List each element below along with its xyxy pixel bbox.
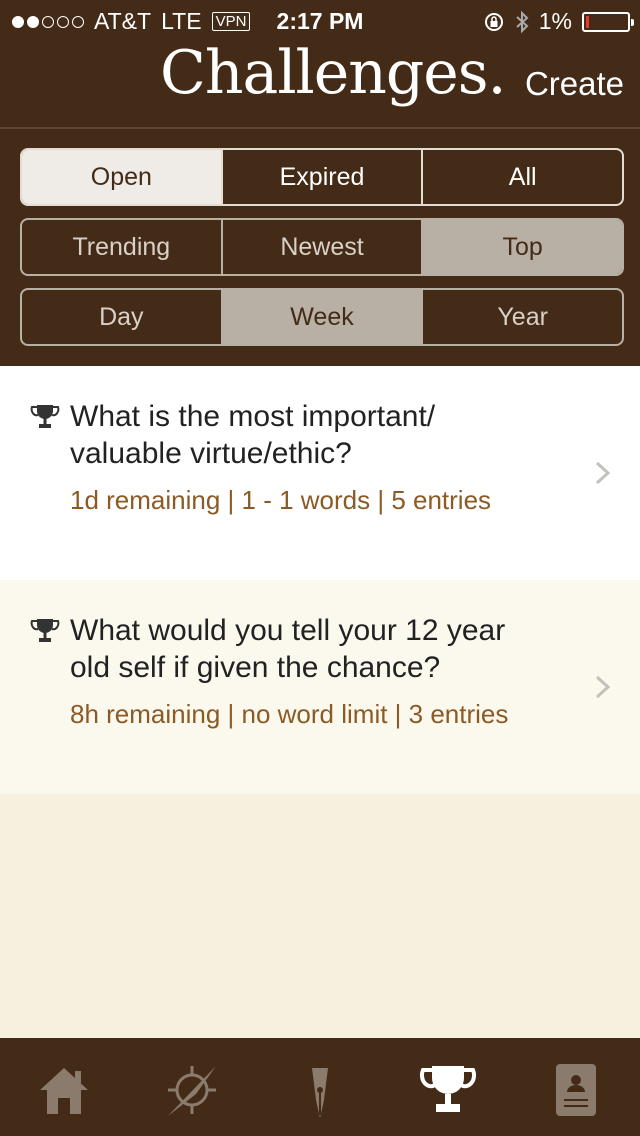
battery-percent: 1% bbox=[538, 8, 572, 34]
chevron-right-icon bbox=[595, 675, 611, 699]
challenge-meta: 1d remaining | 1 - 1 words | 5 entries bbox=[70, 485, 492, 515]
challenge-question: What would you tell your 12 year old sel… bbox=[70, 614, 506, 684]
trophy-icon bbox=[30, 619, 60, 642]
rotation-lock-icon bbox=[484, 12, 503, 31]
header: AT&T LTE VPN 2:17 PM 1% Challenges. Crea… bbox=[0, 0, 640, 366]
period-filter: Day Week Year bbox=[20, 288, 624, 346]
sort-newest[interactable]: Newest bbox=[223, 220, 424, 274]
filter-open[interactable]: Open bbox=[22, 150, 223, 204]
home-icon[interactable] bbox=[34, 1060, 94, 1120]
trophy-icon bbox=[30, 405, 60, 428]
battery-icon bbox=[582, 11, 634, 32]
tab-bar bbox=[0, 1038, 640, 1136]
bluetooth-icon bbox=[516, 10, 529, 33]
period-year[interactable]: Year bbox=[423, 290, 622, 344]
profile-icon[interactable] bbox=[546, 1060, 606, 1120]
challenge-item[interactable]: What would you tell your 12 year old sel… bbox=[0, 580, 640, 794]
pen-icon[interactable] bbox=[290, 1060, 350, 1120]
challenge-item[interactable]: What is the most important/ valuable vir… bbox=[0, 366, 640, 580]
header-divider bbox=[0, 127, 640, 129]
period-week[interactable]: Week bbox=[222, 290, 424, 344]
filter-all[interactable]: All bbox=[423, 150, 622, 204]
sort-filter: Trending Newest Top bbox=[20, 218, 624, 276]
challenge-meta: 8h remaining | no word limit | 3 entries bbox=[70, 699, 509, 729]
sort-trending[interactable]: Trending bbox=[22, 220, 223, 274]
filter-expired[interactable]: Expired bbox=[223, 150, 424, 204]
status-bar: AT&T LTE VPN 2:17 PM 1% bbox=[0, 0, 640, 40]
sort-top[interactable]: Top bbox=[423, 220, 622, 274]
status-filter: Open Expired All bbox=[20, 148, 624, 206]
trophy-icon[interactable] bbox=[418, 1060, 478, 1120]
compass-icon[interactable] bbox=[162, 1060, 222, 1120]
challenge-question: What is the most important/ valuable vir… bbox=[70, 400, 436, 470]
page-title: Challenges. bbox=[160, 38, 507, 108]
create-button[interactable]: Create bbox=[525, 65, 624, 103]
period-day[interactable]: Day bbox=[22, 290, 223, 344]
chevron-right-icon bbox=[595, 461, 611, 485]
